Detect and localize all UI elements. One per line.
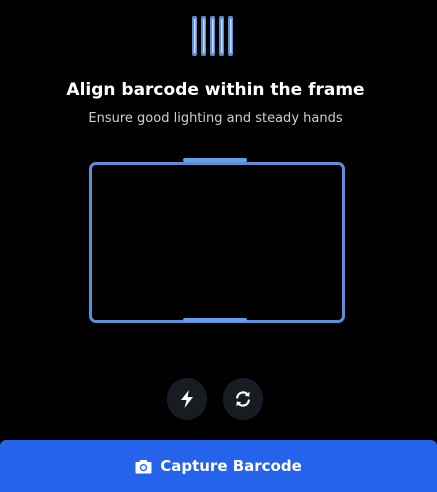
capture-barcode-button[interactable]: Capture Barcode — [0, 440, 437, 492]
barcode-icon — [192, 16, 233, 56]
scan-frame — [89, 162, 345, 323]
capture-barcode-label: Capture Barcode — [160, 457, 302, 475]
camera-switch-icon — [236, 391, 250, 407]
flash-icon — [181, 390, 193, 408]
scan-frame-bottom-marker — [183, 318, 247, 322]
page-title: Align barcode within the frame — [66, 80, 365, 100]
scan-frame-top-marker — [183, 158, 247, 162]
switch-camera-button[interactable] — [223, 378, 263, 420]
flash-toggle-button[interactable] — [167, 378, 207, 420]
camera-icon — [135, 459, 152, 473]
page-subtitle: Ensure good lighting and steady hands — [88, 111, 343, 126]
